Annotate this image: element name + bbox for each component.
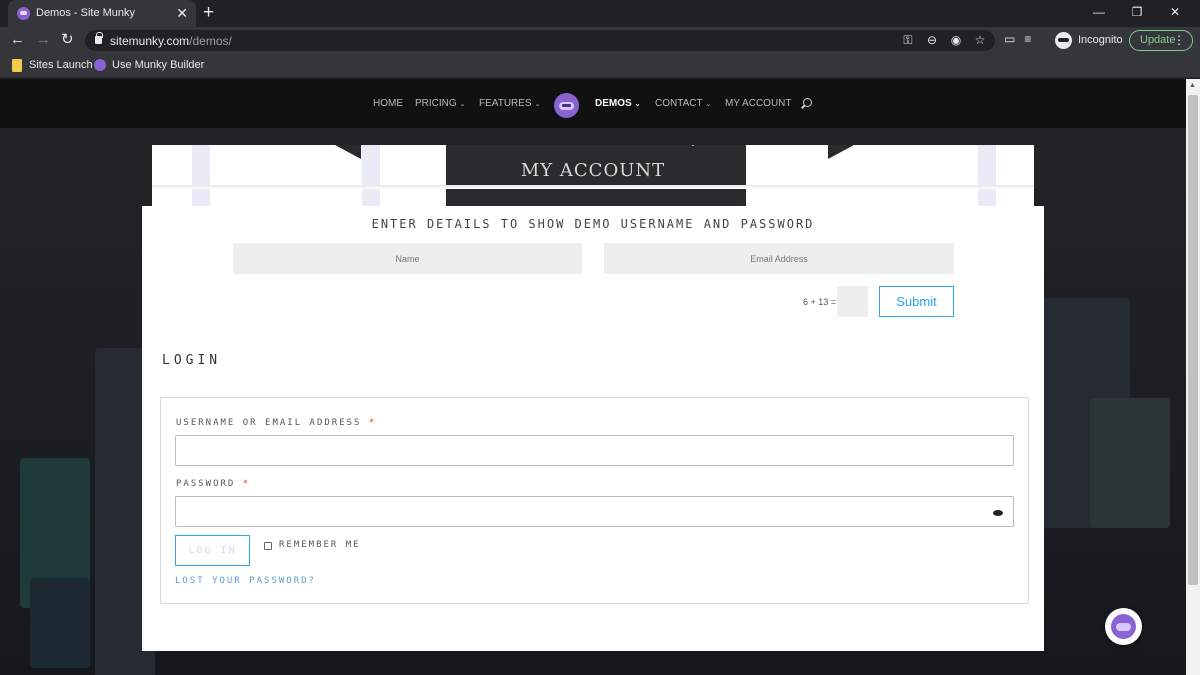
chat-widget-button[interactable] (1105, 608, 1142, 645)
bookmarks-bar: Sites Launch Use Munky Builder (0, 54, 1200, 78)
chevron-down-icon: ⌄ (534, 101, 541, 108)
profile-label[interactable]: Incognito (1078, 34, 1123, 46)
password-label: PASSWORD * (176, 479, 251, 489)
show-password-eye-icon[interactable] (993, 510, 1003, 516)
scroll-up-icon[interactable]: ▲ (1189, 82, 1196, 89)
key-icon[interactable]: ⚿ (901, 32, 915, 49)
nav-home[interactable]: HOME (373, 98, 403, 109)
required-mark: * (368, 418, 377, 428)
munky-favicon-icon (17, 7, 30, 20)
maximize-button[interactable]: ❐ (1118, 2, 1156, 22)
remember-me-checkbox[interactable] (264, 542, 272, 550)
munky-chat-icon (1111, 614, 1136, 639)
eye-off-icon[interactable]: ◉ (949, 32, 963, 49)
login-button[interactable]: LOG IN (175, 535, 250, 566)
site-header: HOME PRICING ⌄ FEATURES ⌄ DEMOS ⌄ CONTACT ⌄ … (0, 79, 1186, 128)
username-input[interactable] (175, 435, 1014, 466)
login-heading: LOGIN (162, 353, 222, 368)
bookmark-sites-launch[interactable]: Sites Launch (29, 59, 93, 71)
nav-features[interactable]: FEATURES ⌄ (479, 98, 540, 109)
demo-form-heading: ENTER DETAILS TO SHOW DEMO USERNAME AND … (371, 217, 815, 231)
forward-arrow-icon[interactable]: → (36, 30, 51, 50)
banner-stripe (362, 145, 380, 207)
banner-stripe (192, 145, 210, 207)
banner-divider (152, 185, 1034, 189)
folder-icon (12, 59, 22, 72)
nav-demos[interactable]: DEMOS ⌄ (595, 98, 641, 109)
update-button[interactable]: Update ⋮ (1129, 30, 1193, 51)
window-controls: — ❐ ✕ (1080, 2, 1194, 22)
nav-contact[interactable]: CONTACT ⌄ (655, 98, 711, 109)
tab-active[interactable]: Demos - Site Munky ✕ (8, 0, 196, 27)
remember-me-label[interactable]: REMEMBER ME (279, 540, 361, 550)
captcha-input[interactable] (837, 286, 868, 317)
cast-icon[interactable]: ▭ (1004, 31, 1015, 48)
banner-stripe (978, 145, 996, 207)
page-title: MY ACCOUNT (520, 160, 666, 181)
tab-close-icon[interactable]: ✕ (176, 4, 188, 22)
password-input[interactable] (175, 496, 1014, 527)
search-icon[interactable] (803, 98, 812, 107)
submit-button[interactable]: Submit (879, 286, 954, 317)
page-viewport: HOME PRICING ⌄ FEATURES ⌄ DEMOS ⌄ CONTACT ⌄ … (0, 79, 1186, 675)
site-munky-logo[interactable] (554, 93, 579, 118)
chevron-down-icon: ⌄ (459, 101, 466, 108)
minimize-button[interactable]: — (1080, 2, 1118, 22)
nav-pricing[interactable]: PRICING ⌄ (415, 98, 466, 109)
munky-icon (94, 59, 106, 71)
browser-toolbar: ← → ↻ sitemunky.com/demos/ ⚿ ⊖ ◉ ☆ ▭ ≡ I… (0, 27, 1200, 54)
captcha-label: 6 + 13 = (803, 297, 837, 307)
back-arrow-icon[interactable]: ← (10, 30, 25, 50)
media-icon[interactable]: ≡ (1024, 31, 1031, 48)
new-tab-button[interactable]: + (203, 2, 214, 24)
tab-title: Demos - Site Munky (36, 7, 136, 19)
tab-strip: Demos - Site Munky ✕ + — ❐ ✕ (0, 0, 1200, 27)
reload-icon[interactable]: ↻ (61, 30, 74, 50)
lost-password-link[interactable]: LOST YOUR PASSWORD? (175, 576, 316, 586)
required-mark: * (242, 479, 251, 489)
chevron-down-icon: ⌄ (705, 101, 712, 108)
url-text[interactable]: sitemunky.com/demos/ (110, 34, 232, 48)
menu-dots-icon[interactable]: ⋮ (1173, 33, 1185, 47)
lock-icon[interactable] (95, 32, 103, 44)
close-window-button[interactable]: ✕ (1156, 2, 1194, 22)
incognito-icon[interactable] (1055, 32, 1072, 49)
email-input[interactable] (604, 243, 954, 274)
omnibox-actions: ⚿ ⊖ ◉ ☆ (901, 32, 987, 49)
chevron-down-icon: ⌄ (634, 101, 641, 108)
nav-my-account[interactable]: MY ACCOUNT (725, 98, 792, 109)
username-label: USERNAME OR EMAIL ADDRESS * (176, 418, 377, 428)
toolbar-extensions: ▭ ≡ (1004, 31, 1031, 48)
scrollbar-thumb[interactable] (1188, 95, 1198, 585)
zoom-icon[interactable]: ⊖ (925, 32, 939, 49)
bookmark-use-munky-builder[interactable]: Use Munky Builder (112, 59, 204, 71)
star-icon[interactable]: ☆ (973, 32, 987, 49)
name-input[interactable] (233, 243, 582, 274)
address-bar[interactable]: sitemunky.com/demos/ ⚿ ⊖ ◉ ☆ (85, 30, 995, 51)
